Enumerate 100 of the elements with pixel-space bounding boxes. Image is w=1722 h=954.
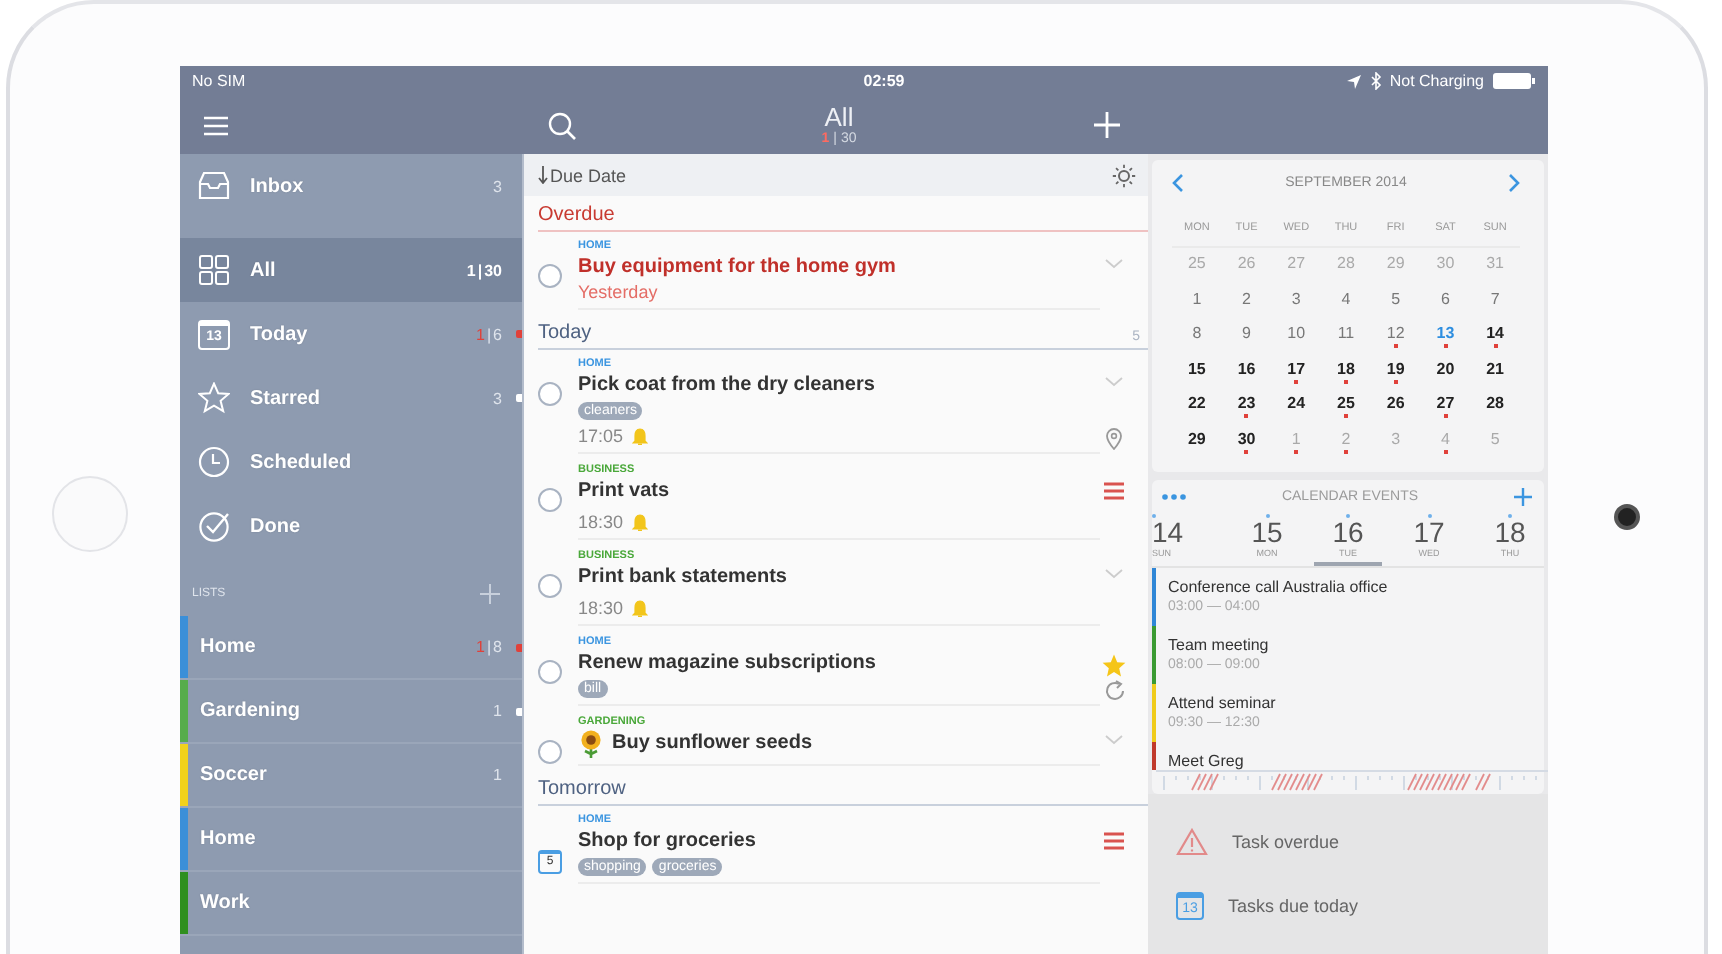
list-item[interactable]: Soccer 1 <box>180 744 522 808</box>
item-count: 1 <box>493 766 502 784</box>
task-title: Print bank statements <box>578 564 787 592</box>
reminder-time: 18:30 <box>578 598 624 618</box>
calendar-day[interactable]: 12 <box>1370 324 1421 359</box>
sidebar-item[interactable]: All 1|30 <box>180 238 522 302</box>
calendar-day[interactable]: 19 <box>1370 359 1421 394</box>
calendar-day[interactable]: 21 <box>1470 359 1520 394</box>
checkbox[interactable] <box>538 574 562 598</box>
list-item[interactable]: Home <box>180 808 522 872</box>
list-item[interactable]: Work <box>180 872 522 936</box>
battery-icon <box>1491 72 1536 90</box>
calendar-day[interactable]: 25 <box>1321 394 1371 429</box>
calendar-day[interactable]: 22 <box>1172 394 1222 429</box>
calendar-day[interactable]: 3 <box>1271 289 1322 324</box>
overdue-count: 1 <box>476 638 485 656</box>
calendar-day[interactable]: 28 <box>1321 254 1371 289</box>
calendar-day[interactable]: 4 <box>1321 289 1371 324</box>
overdue-count: 1 <box>476 325 485 343</box>
notification-row[interactable]: Task overdue <box>1148 810 1548 874</box>
chevron-left-icon[interactable] <box>1172 173 1184 191</box>
task-title: Shop for groceries <box>578 828 756 856</box>
calendar-day[interactable]: 7 <box>1470 289 1520 324</box>
calendar-day[interactable]: 30 <box>1420 254 1471 289</box>
battery-status: Not Charging <box>1389 72 1484 90</box>
calendar-day[interactable]: 25 <box>1172 254 1222 289</box>
brightness-icon[interactable] <box>1112 163 1136 187</box>
item-count: 8 <box>493 638 502 656</box>
calendar-day[interactable]: 10 <box>1271 324 1322 359</box>
bluetooth-icon <box>1369 72 1382 90</box>
list-item[interactable]: Gardening 1 <box>180 680 522 744</box>
calendar-day[interactable]: 29 <box>1370 254 1421 289</box>
calendar-day[interactable]: 17 <box>1271 359 1322 394</box>
calendar-day[interactable]: 2 <box>1221 289 1272 324</box>
count-divider: | <box>486 325 492 343</box>
sidebar-item[interactable]: Scheduled <box>180 430 522 494</box>
warning-icon <box>1176 828 1208 856</box>
event-item[interactable]: Meet Greg <box>1152 742 1544 770</box>
calendar-day[interactable]: 30 <box>1221 429 1272 464</box>
sidebar-item[interactable]: Inbox 3 <box>180 154 522 218</box>
calendar-day[interactable]: 15 <box>1172 359 1222 394</box>
calendar-day[interactable]: 13 <box>1420 324 1471 359</box>
list-item[interactable]: Home 1|8 <box>180 616 522 680</box>
calendar-day[interactable]: 3 <box>1370 429 1421 464</box>
checkbox[interactable] <box>538 660 562 684</box>
calendar-day[interactable]: 26 <box>1221 254 1272 289</box>
event-title: Team meeting <box>1168 636 1269 654</box>
calendar-day[interactable]: 5 <box>1470 429 1520 464</box>
checkbox[interactable] <box>538 264 562 288</box>
inbox-tray-icon <box>198 170 230 202</box>
task-title: Print vats <box>578 478 670 506</box>
calendar-day[interactable]: 6 <box>1420 289 1471 324</box>
add-icon[interactable] <box>480 583 500 603</box>
calendar-day[interactable]: 27 <box>1271 254 1322 289</box>
clock-icon <box>198 446 230 478</box>
sidebar-item[interactable]: Done <box>180 494 522 558</box>
menu-icon[interactable] <box>204 115 228 135</box>
checkbox[interactable] <box>538 488 562 512</box>
item-count: 1 <box>493 702 502 720</box>
calendar-day[interactable]: 9 <box>1221 324 1272 359</box>
add-icon[interactable] <box>1513 488 1532 506</box>
more-icon[interactable] <box>1162 494 1186 500</box>
calendar-day[interactable]: 24 <box>1271 394 1322 429</box>
checkbox[interactable] <box>538 740 562 764</box>
calendar-day[interactable]: 27 <box>1420 394 1471 429</box>
task-title: Buy sunflower seeds <box>612 730 813 758</box>
calendar-day[interactable]: 14 <box>1470 324 1520 359</box>
clock-time: 02:59 <box>861 72 907 90</box>
section-heading: Overdue <box>538 204 615 226</box>
calendar-day[interactable]: 20 <box>1420 359 1471 394</box>
count-divider: | <box>486 638 492 656</box>
calendar-day[interactable]: 1 <box>1271 429 1322 464</box>
sort-label[interactable]: Due Date <box>550 165 627 185</box>
view-title: All <box>824 103 854 131</box>
calendar-day[interactable]: 29 <box>1172 429 1222 464</box>
sidebar-item[interactable]: Starred 3 <box>180 366 522 430</box>
notification-label: Task overdue <box>1232 832 1340 852</box>
calendar-day[interactable]: 11 <box>1321 324 1371 359</box>
calendar-day[interactable]: 26 <box>1370 394 1421 429</box>
section-heading: Tomorrow <box>538 778 626 800</box>
item-count: 6 <box>493 325 502 343</box>
task-title: Renew magazine subscriptions <box>578 650 876 678</box>
calendar-day[interactable]: 2 <box>1321 429 1371 464</box>
reminder-time: 17:05 <box>578 426 624 446</box>
calendar-day[interactable]: 31 <box>1470 254 1520 289</box>
calendar-day[interactable]: 18 <box>1321 359 1371 394</box>
checkbox[interactable] <box>538 382 562 406</box>
chevron-right-icon[interactable] <box>1507 173 1520 191</box>
notification-label: Tasks due today <box>1228 896 1359 916</box>
calendar-day[interactable]: 4 <box>1420 429 1471 464</box>
calendar-day[interactable]: 16 <box>1221 359 1272 394</box>
camera-lens <box>1613 504 1639 530</box>
search-icon[interactable] <box>548 111 576 139</box>
calendar-day[interactable]: 28 <box>1470 394 1520 429</box>
calendar-day[interactable]: 1 <box>1172 289 1222 324</box>
section-heading: Today <box>538 322 592 344</box>
calendar-day[interactable]: 8 <box>1172 324 1222 359</box>
item-count: 3 <box>493 389 502 407</box>
calendar-day[interactable]: 23 <box>1221 394 1272 429</box>
calendar-day[interactable]: 5 <box>1370 289 1421 324</box>
